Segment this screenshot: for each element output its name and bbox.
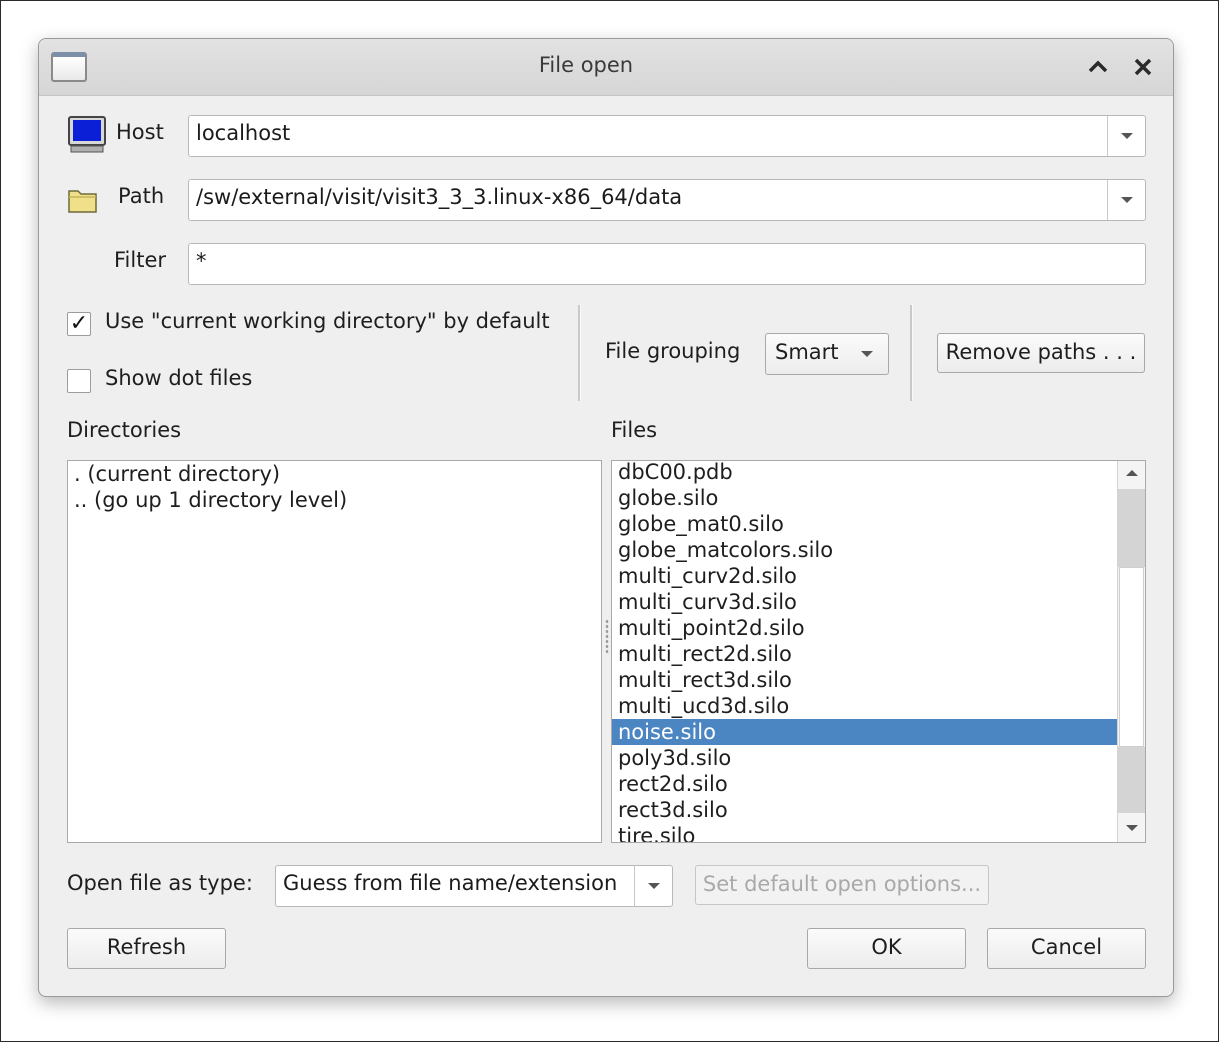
chevron-down-icon — [861, 351, 873, 357]
directories-list[interactable]: . (current directory).. (go up 1 directo… — [67, 460, 602, 843]
scrollbar-thumb[interactable] — [1119, 567, 1144, 747]
cancel-button[interactable]: Cancel — [987, 928, 1146, 969]
file-item[interactable]: poly3d.silo — [612, 745, 1118, 771]
path-combobox[interactable]: /sw/external/visit/visit3_3_3.linux-x86_… — [188, 179, 1146, 221]
show-dot-files-checkbox[interactable] — [67, 369, 91, 393]
file-grouping-label: File grouping — [605, 339, 741, 363]
use-cwd-checkbox[interactable]: ✓ — [67, 312, 91, 336]
host-label: Host — [116, 120, 164, 144]
path-label: Path — [118, 184, 165, 208]
set-default-open-options-button[interactable]: Set default open options... — [695, 865, 989, 905]
window-title: File open — [538, 53, 634, 77]
file-item[interactable]: rect3d.silo — [612, 797, 1118, 823]
file-item[interactable]: multi_rect3d.silo — [612, 667, 1118, 693]
files-scrollbar[interactable] — [1117, 461, 1145, 842]
file-item[interactable]: rect2d.silo — [612, 771, 1118, 797]
path-value: /sw/external/visit/visit3_3_3.linux-x86_… — [196, 185, 683, 209]
ok-button[interactable]: OK — [807, 928, 966, 969]
chevron-up-icon — [1088, 60, 1108, 73]
scroll-down-icon[interactable] — [1118, 815, 1145, 841]
remove-paths-button[interactable]: Remove paths . . . — [937, 333, 1145, 373]
show-dot-files-label[interactable]: Show dot files — [105, 366, 252, 390]
computer-monitor-icon — [67, 115, 107, 161]
chevron-down-icon[interactable] — [1107, 116, 1145, 156]
file-item[interactable]: noise.silo — [612, 719, 1118, 745]
separator — [578, 305, 581, 401]
chevron-down-icon[interactable] — [634, 866, 672, 906]
file-open-dialog: File open Host localhost Path /sw/extern… — [38, 38, 1174, 997]
files-header: Files — [611, 418, 658, 442]
close-button[interactable] — [1128, 51, 1158, 83]
scrollbar-track-lower[interactable] — [1118, 747, 1145, 813]
directory-item[interactable]: .. (go up 1 directory level) — [68, 487, 601, 513]
file-item[interactable]: globe_mat0.silo — [612, 511, 1118, 537]
file-item[interactable]: dbC00.pdb — [612, 461, 1118, 485]
file-item[interactable]: multi_point2d.silo — [612, 615, 1118, 641]
filter-value: * — [196, 249, 207, 273]
chevron-down-icon[interactable] — [1107, 180, 1145, 220]
folder-icon — [67, 185, 99, 219]
host-combobox[interactable]: localhost — [188, 115, 1146, 157]
open-type-combobox[interactable]: Guess from file name/extension — [275, 865, 673, 907]
directories-header: Directories — [67, 418, 182, 442]
file-item[interactable]: multi_curv2d.silo — [612, 563, 1118, 589]
host-value: localhost — [196, 121, 291, 145]
file-item[interactable]: globe.silo — [612, 485, 1118, 511]
splitter-handle[interactable] — [605, 619, 609, 655]
open-type-label: Open file as type: — [67, 871, 253, 895]
file-item[interactable]: multi_curv3d.silo — [612, 589, 1118, 615]
file-item[interactable]: globe_matcolors.silo — [612, 537, 1118, 563]
scroll-up-icon[interactable] — [1118, 461, 1145, 487]
title-bar[interactable]: File open — [39, 39, 1173, 96]
file-item[interactable]: multi_ucd3d.silo — [612, 693, 1118, 719]
filter-label: Filter — [114, 248, 167, 272]
separator — [910, 305, 913, 401]
file-item[interactable]: tire.silo — [612, 823, 1118, 842]
refresh-button[interactable]: Refresh — [67, 928, 226, 969]
filter-input[interactable]: * — [188, 243, 1146, 285]
directory-item[interactable]: . (current directory) — [68, 461, 601, 487]
close-icon — [1134, 58, 1152, 76]
scrollbar-track-upper[interactable] — [1118, 489, 1145, 567]
file-item[interactable]: multi_rect2d.silo — [612, 641, 1118, 667]
use-cwd-label[interactable]: Use "current working directory" by defau… — [105, 309, 550, 333]
maximize-button[interactable] — [1083, 51, 1113, 83]
file-grouping-select[interactable]: Smart — [765, 333, 889, 375]
open-type-value: Guess from file name/extension — [283, 871, 618, 895]
file-grouping-value: Smart — [775, 340, 839, 364]
files-list[interactable]: dbC00.pdb globe.silo globe_mat0.silo globe_… — [611, 460, 1146, 843]
